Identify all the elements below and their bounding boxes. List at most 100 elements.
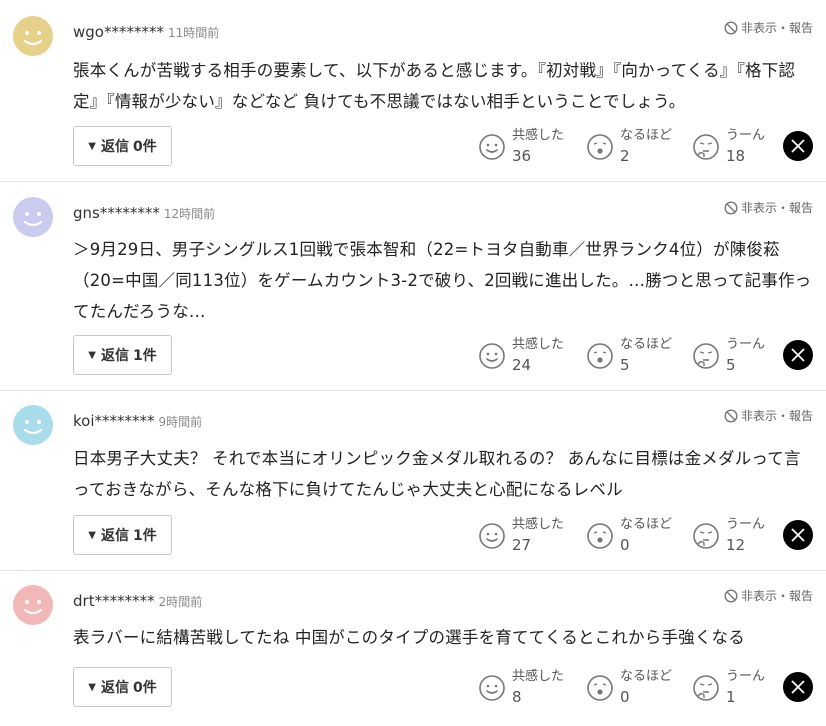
uun-reaction-button[interactable]: うーん 5 bbox=[692, 336, 765, 376]
empathy-label: 共感した bbox=[512, 337, 565, 352]
uun-count: 12 bbox=[726, 536, 746, 554]
hide-report-link[interactable]: 非表示・報告 bbox=[724, 587, 813, 605]
reply-label: 返信 bbox=[100, 528, 129, 544]
smile-icon bbox=[479, 675, 505, 701]
uun-count: 18 bbox=[726, 147, 746, 165]
naruhodo-reaction-button[interactable]: なるほど 0 bbox=[586, 516, 672, 556]
reply-toggle-button[interactable]: ▼ 返信 0件 bbox=[73, 667, 172, 707]
empathy-reaction-button[interactable]: 共感した 36 bbox=[478, 127, 564, 167]
smile-icon bbox=[479, 134, 505, 160]
comment-author[interactable]: gns******** 12時間前 bbox=[73, 204, 215, 222]
uun-reaction-button[interactable]: うーん 12 bbox=[692, 516, 765, 556]
reply-count: 1件 bbox=[132, 528, 157, 544]
naruhodo-reaction-button[interactable]: なるほど 0 bbox=[586, 668, 672, 708]
comment-item: gns******** 12時間前 非表示・報告 ＞9月29日、男子シングルス1回… bbox=[0, 182, 826, 391]
comment-author[interactable]: drt******** 2時間前 bbox=[73, 592, 202, 610]
share-x-button[interactable] bbox=[783, 520, 813, 550]
uun-reaction-button[interactable]: うーん 1 bbox=[692, 668, 765, 708]
comment-text: 表ラバーに結構苦戦してたね 中国がこのタイプの選手を育ててくるとこれから手強くな… bbox=[73, 628, 745, 647]
comment-text: 張本くんが苦戦する相手の要素して、以下があると感じます。『初対戦』『向かってくる… bbox=[73, 61, 796, 111]
x-logo-icon bbox=[791, 348, 805, 362]
naruhodo-reaction-button[interactable]: なるほど 2 bbox=[586, 127, 672, 167]
reply-toggle-button[interactable]: ▼ 返信 1件 bbox=[73, 515, 172, 555]
reply-label: 返信 bbox=[100, 348, 129, 364]
prohibited-icon bbox=[724, 21, 738, 35]
share-x-button[interactable] bbox=[783, 672, 813, 702]
share-x-button[interactable] bbox=[783, 131, 813, 161]
naruhodo-reaction-button[interactable]: なるほど 5 bbox=[586, 336, 672, 376]
reply-toggle-button[interactable]: ▼ 返信 1件 bbox=[73, 335, 172, 375]
triangle-down-icon: ▼ bbox=[88, 349, 96, 361]
avatar[interactable] bbox=[13, 405, 53, 445]
empathy-count: 24 bbox=[512, 356, 532, 374]
x-logo-icon bbox=[791, 528, 805, 542]
timestamp: 12時間前 bbox=[163, 207, 216, 221]
timestamp: 9時間前 bbox=[158, 415, 203, 429]
reply-count: 0件 bbox=[132, 680, 157, 696]
comment-item: koi******** 9時間前 非表示・報告 日本男子大丈夫？ それで本当にオリ… bbox=[0, 391, 826, 571]
avatar[interactable] bbox=[13, 585, 53, 625]
comment-item: wgo******** 11時間前 非表示・報告 張本くんが苦戦する相手の要素して… bbox=[0, 0, 826, 182]
reply-count: 0件 bbox=[132, 139, 157, 155]
comment-list: wgo******** 11時間前 非表示・報告 張本くんが苦戦する相手の要素して… bbox=[0, 0, 826, 726]
uun-label: うーん bbox=[726, 669, 766, 684]
hide-report-link[interactable]: 非表示・報告 bbox=[724, 199, 813, 217]
avatar[interactable] bbox=[13, 16, 53, 56]
smile-icon bbox=[479, 523, 505, 549]
timestamp: 2時間前 bbox=[158, 595, 203, 609]
comment-item: drt******** 2時間前 非表示・報告 表ラバーに結構苦戦してたね 中国が… bbox=[0, 571, 826, 726]
surprised-face-icon bbox=[587, 675, 613, 701]
empathy-reaction-button[interactable]: 共感した 27 bbox=[478, 516, 564, 556]
smiley-face-icon bbox=[13, 197, 53, 237]
x-logo-icon bbox=[791, 680, 805, 694]
uun-count: 5 bbox=[726, 356, 736, 374]
triangle-down-icon: ▼ bbox=[88, 529, 96, 541]
hide-report-link[interactable]: 非表示・報告 bbox=[724, 407, 813, 425]
empathy-count: 36 bbox=[512, 147, 532, 165]
empathy-label: 共感した bbox=[512, 517, 565, 532]
uun-label: うーん bbox=[726, 517, 766, 532]
smiley-face-icon bbox=[13, 405, 53, 445]
uun-label: うーん bbox=[726, 128, 766, 143]
comment-author[interactable]: wgo******** 11時間前 bbox=[73, 23, 219, 41]
avatar[interactable] bbox=[13, 197, 53, 237]
thinking-face-icon bbox=[693, 523, 719, 549]
empathy-count: 27 bbox=[512, 536, 532, 554]
thinking-face-icon bbox=[693, 675, 719, 701]
naruhodo-label: なるほど bbox=[620, 669, 673, 684]
empathy-label: 共感した bbox=[512, 128, 565, 143]
prohibited-icon bbox=[724, 589, 738, 603]
empathy-label: 共感した bbox=[512, 669, 565, 684]
reply-label: 返信 bbox=[100, 680, 129, 696]
username[interactable]: drt******** bbox=[73, 592, 155, 610]
naruhodo-label: なるほど bbox=[620, 517, 673, 532]
empathy-reaction-button[interactable]: 共感した 24 bbox=[478, 336, 564, 376]
thinking-face-icon bbox=[693, 134, 719, 160]
hide-report-label: 非表示・報告 bbox=[740, 201, 813, 215]
triangle-down-icon: ▼ bbox=[88, 140, 96, 152]
uun-count: 1 bbox=[726, 688, 736, 706]
prohibited-icon bbox=[724, 201, 738, 215]
username[interactable]: koi******** bbox=[73, 412, 155, 430]
triangle-down-icon: ▼ bbox=[88, 681, 96, 693]
naruhodo-count: 2 bbox=[620, 147, 630, 165]
empathy-reaction-button[interactable]: 共感した 8 bbox=[478, 668, 564, 708]
hide-report-label: 非表示・報告 bbox=[740, 21, 813, 35]
naruhodo-count: 0 bbox=[620, 536, 630, 554]
naruhodo-label: なるほど bbox=[620, 337, 673, 352]
thinking-face-icon bbox=[693, 343, 719, 369]
naruhodo-count: 5 bbox=[620, 356, 630, 374]
uun-reaction-button[interactable]: うーん 18 bbox=[692, 127, 765, 167]
share-x-button[interactable] bbox=[783, 340, 813, 370]
reply-label: 返信 bbox=[100, 139, 129, 155]
username[interactable]: wgo******** bbox=[73, 23, 164, 41]
surprised-face-icon bbox=[587, 134, 613, 160]
username[interactable]: gns******** bbox=[73, 204, 160, 222]
naruhodo-count: 0 bbox=[620, 688, 630, 706]
reply-toggle-button[interactable]: ▼ 返信 0件 bbox=[73, 126, 172, 166]
reply-count: 1件 bbox=[132, 348, 157, 364]
comment-author[interactable]: koi******** 9時間前 bbox=[73, 412, 202, 430]
surprised-face-icon bbox=[587, 523, 613, 549]
hide-report-label: 非表示・報告 bbox=[740, 589, 813, 603]
hide-report-link[interactable]: 非表示・報告 bbox=[724, 19, 813, 37]
